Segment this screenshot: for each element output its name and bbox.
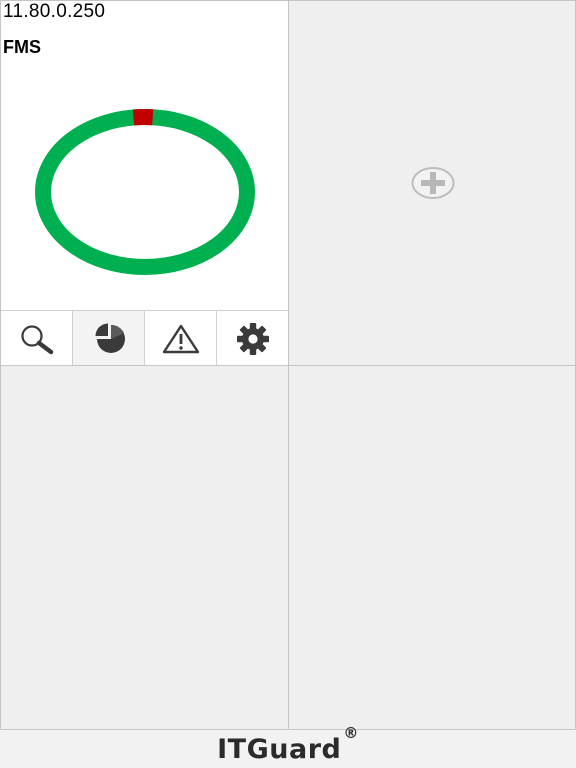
status-donut-chart[interactable]: [31, 105, 259, 279]
device-name: FMS: [3, 37, 41, 57]
dashboard-grid: 11.80.0.250 FMS: [0, 0, 576, 730]
plus-circle-icon[interactable]: [410, 166, 456, 200]
device-ip: 11.80.0.250: [3, 1, 106, 22]
pie-chart-icon: [95, 323, 125, 353]
warning-icon: [162, 324, 199, 353]
status-slice-ok: [35, 109, 255, 275]
app-footer: ITGuard®: [0, 724, 576, 768]
alerts-button[interactable]: [145, 311, 217, 366]
settings-button[interactable]: [217, 311, 288, 366]
gear-icon: [236, 322, 269, 355]
empty-widget-slot: [0, 365, 289, 730]
search-icon: [20, 324, 53, 354]
brand-logo: ITGuard®: [217, 724, 359, 765]
widget-toolbar: [1, 310, 288, 366]
empty-widget-slot[interactable]: [288, 0, 576, 366]
empty-widget-slot: [288, 365, 576, 730]
search-button[interactable]: [1, 311, 73, 366]
brand-name: ITGuard: [217, 733, 342, 765]
pie-chart-button[interactable]: [73, 311, 145, 366]
registered-mark: ®: [343, 723, 359, 742]
device-widget[interactable]: 11.80.0.250 FMS: [0, 0, 289, 366]
